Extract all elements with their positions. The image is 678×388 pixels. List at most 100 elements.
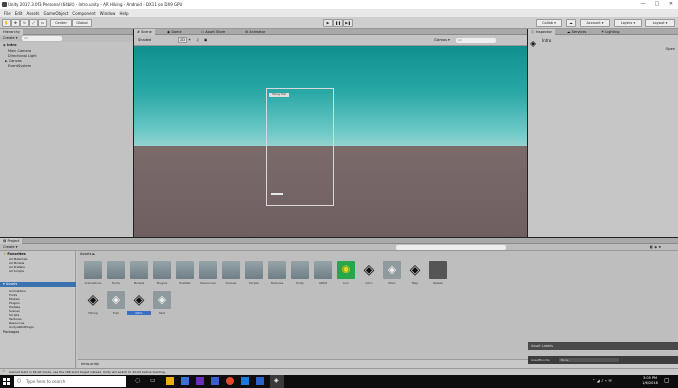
task-view-icon[interactable]: ▭ [150,377,156,384]
gizmos-dropdown[interactable]: Gizmos ▾ [434,38,450,42]
rotate-tool-button[interactable]: ↻ [20,19,29,27]
scale-icon: ⤢ [32,21,35,25]
clock-date[interactable]: 1/6/2018 [640,381,660,385]
tree-assets-root[interactable]: ▾ Assets [0,282,76,287]
2d-toggle[interactable]: 2D [178,37,187,43]
tree-packages-root[interactable]: Packages [3,330,19,334]
hierarchy-item-directional-light[interactable]: Directional Light [8,54,37,58]
clock-time[interactable]: 3:05 PM [640,376,660,380]
project-create-button[interactable]: Create ▾ [3,245,18,249]
asset-tile[interactable] [314,261,332,279]
inspector-open-button[interactable]: Open [666,47,675,51]
minimize-button[interactable]: — [636,0,650,9]
menu-component[interactable]: Component [72,11,95,16]
lighting-toggle-icon[interactable]: ☀ [188,38,191,42]
ui-text-element[interactable]: Hiking Trail [269,93,289,97]
asset-tile[interactable] [84,261,102,279]
step-button[interactable]: ▶❚ [343,19,353,27]
asset-tile[interactable] [130,261,148,279]
pivot-toggle[interactable]: Center [50,19,72,27]
asset-tile[interactable] [245,261,263,279]
account-dropdown[interactable]: Account ▾ [580,19,610,27]
move-tool-button[interactable]: ✥ [11,19,20,27]
asset-tile[interactable] [429,261,447,279]
scale-tool-button[interactable]: ⤢ [29,19,38,27]
asset-tile[interactable] [153,261,171,279]
project-breadcrumb[interactable]: Assets ► [80,252,95,256]
effects-toggle-icon[interactable]: ▣ [204,38,207,42]
menu-assets[interactable]: Assets [26,11,39,16]
visual-studio-icon[interactable] [256,377,264,385]
cortana-icon[interactable]: ◌ [135,377,140,384]
hand-tool-button[interactable]: ✋ [2,19,11,27]
close-button[interactable]: ✕ [664,0,678,9]
hierarchy-item-eventsystem[interactable]: EventSystem [8,64,31,68]
pause-button[interactable]: ❚❚ [333,19,343,27]
project-search-input[interactable] [396,245,506,250]
file-explorer-icon[interactable] [166,377,174,385]
status-message[interactable]: Cannot build in 64-bit mode, use the x86… [9,370,166,374]
favorites-header[interactable]: ★ Favorites [3,252,26,256]
maximize-button[interactable]: □ [650,0,664,9]
scene-root-item[interactable]: ◈ Intro [3,43,17,47]
asset-label: Resources [200,281,216,285]
asset-tile[interactable]: ◈ [84,291,102,309]
asset-label: ARKit [318,281,328,285]
space-toggle[interactable]: Global [72,19,92,27]
taskbar-search-input[interactable]: Type here to search [14,376,126,387]
menu-file[interactable]: File [4,11,11,16]
app-icon-blue[interactable] [211,377,219,385]
play-button[interactable]: ▶ [323,19,333,27]
app-icon-purple[interactable] [196,377,204,385]
asset-tile[interactable]: ◈ [130,291,148,309]
menu-edit[interactable]: Edit [15,11,23,16]
filter-icons[interactable]: ◧ ◈ ★ [650,245,661,249]
scene-viewport[interactable]: Hiking Trail [134,46,527,237]
menu-help[interactable]: Help [119,11,128,16]
store-icon[interactable] [181,377,189,385]
chrome-icon[interactable] [226,377,234,385]
asset-tile[interactable] [222,261,240,279]
ui-button-element[interactable] [271,193,283,195]
ui-canvas-bounds[interactable]: Hiking Trail [266,88,334,206]
hierarchy-create-button[interactable]: Create ▾ [3,36,18,40]
hierarchy-item-main-camera[interactable]: Main Camera [8,49,31,53]
app-icon-teal[interactable] [241,377,249,385]
tab-lighting[interactable]: ☀ Lighting [598,29,622,35]
asset-tile[interactable] [268,261,286,279]
asset-tile[interactable]: ◈ [406,261,424,279]
cloud-button[interactable]: ☁ [566,19,576,27]
tree-favorite-item[interactable]: All Scripts [9,269,24,273]
audio-toggle-icon[interactable]: ♫ [196,38,199,42]
tab-services[interactable]: ☁ Services [564,29,589,35]
collab-dropdown[interactable]: Collab ▾ [536,19,562,27]
scene-search-input[interactable]: All [456,38,496,43]
asset-tile[interactable] [291,261,309,279]
tab-inspector[interactable]: ⓘ Inspector [528,29,555,35]
rect-tool-button[interactable]: ▭ [38,19,47,27]
asset-bundle-dropdown[interactable]: None [558,358,619,362]
asset-label: Prefabs [179,281,191,285]
asset-tile[interactable]: ◈ [383,261,401,279]
asset-tile[interactable] [199,261,217,279]
hierarchy-search-input[interactable]: All [22,36,62,41]
asset-tile[interactable] [176,261,194,279]
asset-tile[interactable]: ◈ [153,291,171,309]
rotate-icon: ↻ [23,21,26,25]
menu-window[interactable]: Window [100,11,116,16]
menu-gameobject[interactable]: GameObject [43,11,68,16]
scene-view-panel: # Scene ◉ Game ☖ Asset Store ⚙ Animator … [134,29,527,237]
layers-dropdown[interactable]: Layers ▾ [614,19,642,27]
asset-tile[interactable]: ◈ [360,261,378,279]
asset-tile[interactable]: ◈ [107,291,125,309]
system-tray-icons[interactable]: ⌃ ◢ ♪ ⌁ ✉ [592,378,612,383]
layout-dropdown[interactable]: Layout ▾ [645,19,675,27]
windows-start-icon[interactable] [3,378,10,385]
hierarchy-item-canvas[interactable]: ► Canvas [5,59,22,63]
tree-folder-item[interactable]: UnityARKitPlugin [9,325,34,329]
favorites-label: Favorites [7,252,26,256]
notifications-icon[interactable]: ▢ [664,377,670,384]
asset-tile[interactable] [107,261,125,279]
asset-tile[interactable]: ◉ [337,261,355,279]
shading-mode-dropdown[interactable]: Shaded [138,38,151,42]
